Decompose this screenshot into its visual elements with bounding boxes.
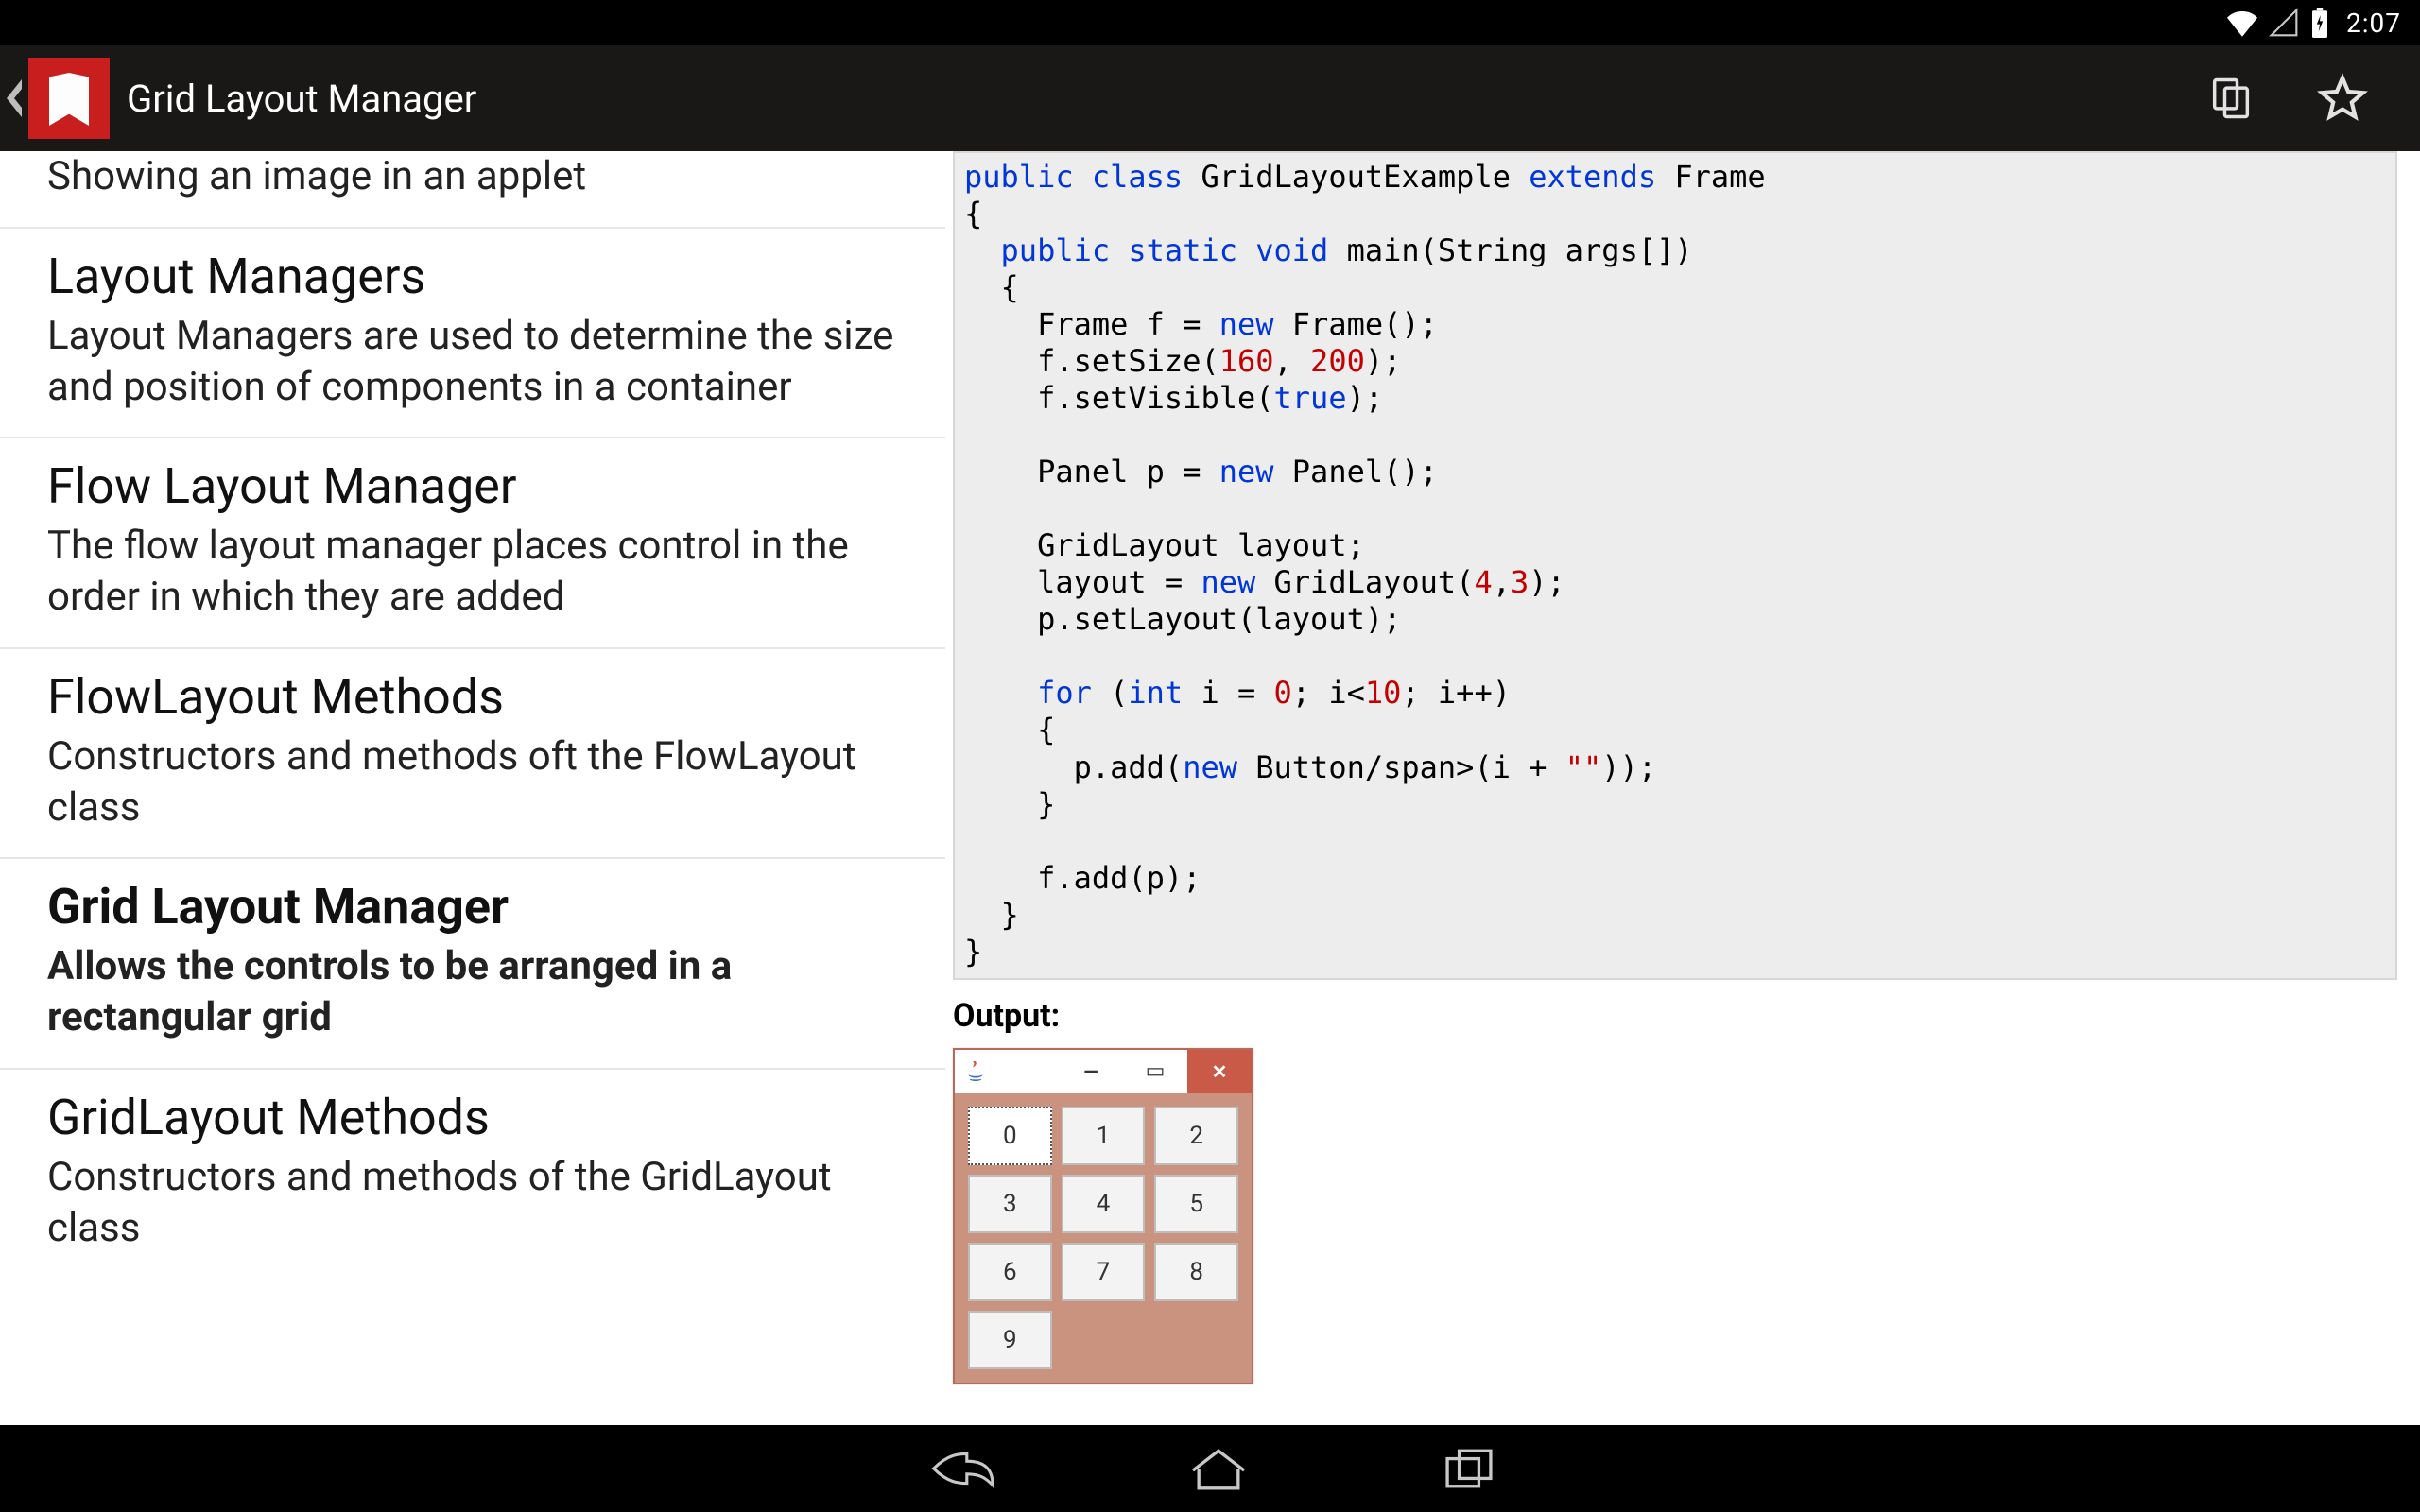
close-button[interactable] xyxy=(1187,1050,1252,1093)
action-bar: Grid Layout Manager xyxy=(0,45,2420,151)
page-title: Grid Layout Manager xyxy=(127,77,476,121)
code-block: public class GridLayoutExample extends F… xyxy=(953,151,2397,980)
list-item-title: Grid Layout Manager xyxy=(47,876,898,937)
output-button[interactable]: 5 xyxy=(1154,1175,1238,1233)
java-icon xyxy=(955,1050,996,1093)
list-item-desc: Showing an image in an applet xyxy=(47,151,898,202)
list-item-title: FlowLayout Methods xyxy=(47,666,898,728)
list-item-desc: Allows the controls to be arranged in a … xyxy=(47,941,898,1043)
article-pane[interactable]: public class GridLayoutExample extends F… xyxy=(945,151,2420,1425)
copy-button[interactable] xyxy=(2206,74,2256,123)
output-window: 012 345 678 9 xyxy=(953,1048,1253,1384)
recent-apps-button[interactable] xyxy=(1441,1445,1497,1492)
navigation-bar xyxy=(0,1425,2420,1512)
battery-charging-icon xyxy=(2310,8,2329,38)
list-item-desc: Constructors and methods of the GridLayo… xyxy=(47,1152,898,1254)
list-item[interactable]: Flow Layout ManagerThe flow layout manag… xyxy=(0,437,945,647)
output-empty-cell xyxy=(1062,1311,1146,1369)
list-item-title: GridLayout Methods xyxy=(47,1087,898,1148)
list-item[interactable]: GridLayout MethodsConstructors and metho… xyxy=(0,1068,945,1279)
status-clock: 2:07 xyxy=(2346,8,2401,39)
list-item-title: Layout Managers xyxy=(47,246,898,307)
output-empty-cell xyxy=(1154,1311,1238,1369)
list-item[interactable]: Showing an image in an applet xyxy=(0,151,945,227)
output-button[interactable]: 2 xyxy=(1154,1107,1238,1165)
list-item[interactable]: Grid Layout ManagerAllows the controls t… xyxy=(0,857,945,1068)
output-button[interactable]: 1 xyxy=(1062,1107,1146,1165)
home-button[interactable] xyxy=(1185,1445,1252,1492)
favorite-button[interactable] xyxy=(2316,72,2369,125)
list-item[interactable]: Layout ManagersLayout Managers are used … xyxy=(0,227,945,438)
output-button[interactable]: 9 xyxy=(968,1311,1052,1369)
signal-icon xyxy=(2269,8,2299,38)
output-body: 012 345 678 9 xyxy=(955,1093,1252,1383)
output-button[interactable]: 0 xyxy=(968,1107,1052,1165)
output-button[interactable]: 4 xyxy=(1062,1175,1146,1233)
output-titlebar xyxy=(955,1050,1252,1093)
minimize-button[interactable] xyxy=(1059,1050,1123,1093)
list-item[interactable]: FlowLayout MethodsConstructors and metho… xyxy=(0,647,945,858)
output-button[interactable]: 8 xyxy=(1154,1243,1238,1301)
list-item-desc: Layout Managers are used to determine th… xyxy=(47,311,898,413)
content-area: Showing an image in an applet Layout Mana… xyxy=(0,151,2420,1425)
maximize-button[interactable] xyxy=(1123,1050,1187,1093)
wifi-icon xyxy=(2227,8,2257,38)
output-grid: 012 345 678 9 xyxy=(968,1107,1238,1369)
list-item-desc: The flow layout manager places control i… xyxy=(47,521,898,623)
up-nav-button[interactable] xyxy=(0,45,28,151)
output-button[interactable]: 6 xyxy=(968,1243,1052,1301)
list-item-title: Flow Layout Manager xyxy=(47,455,898,517)
back-button[interactable] xyxy=(923,1445,996,1492)
topic-list[interactable]: Showing an image in an applet Layout Mana… xyxy=(0,151,945,1425)
output-button[interactable]: 3 xyxy=(968,1175,1052,1233)
status-bar: 2:07 xyxy=(0,0,2420,45)
app-icon[interactable] xyxy=(28,58,110,139)
output-button[interactable]: 7 xyxy=(1062,1243,1146,1301)
output-label: Output: xyxy=(953,997,2397,1035)
list-item-desc: Constructors and methods oft the FlowLay… xyxy=(47,731,898,833)
